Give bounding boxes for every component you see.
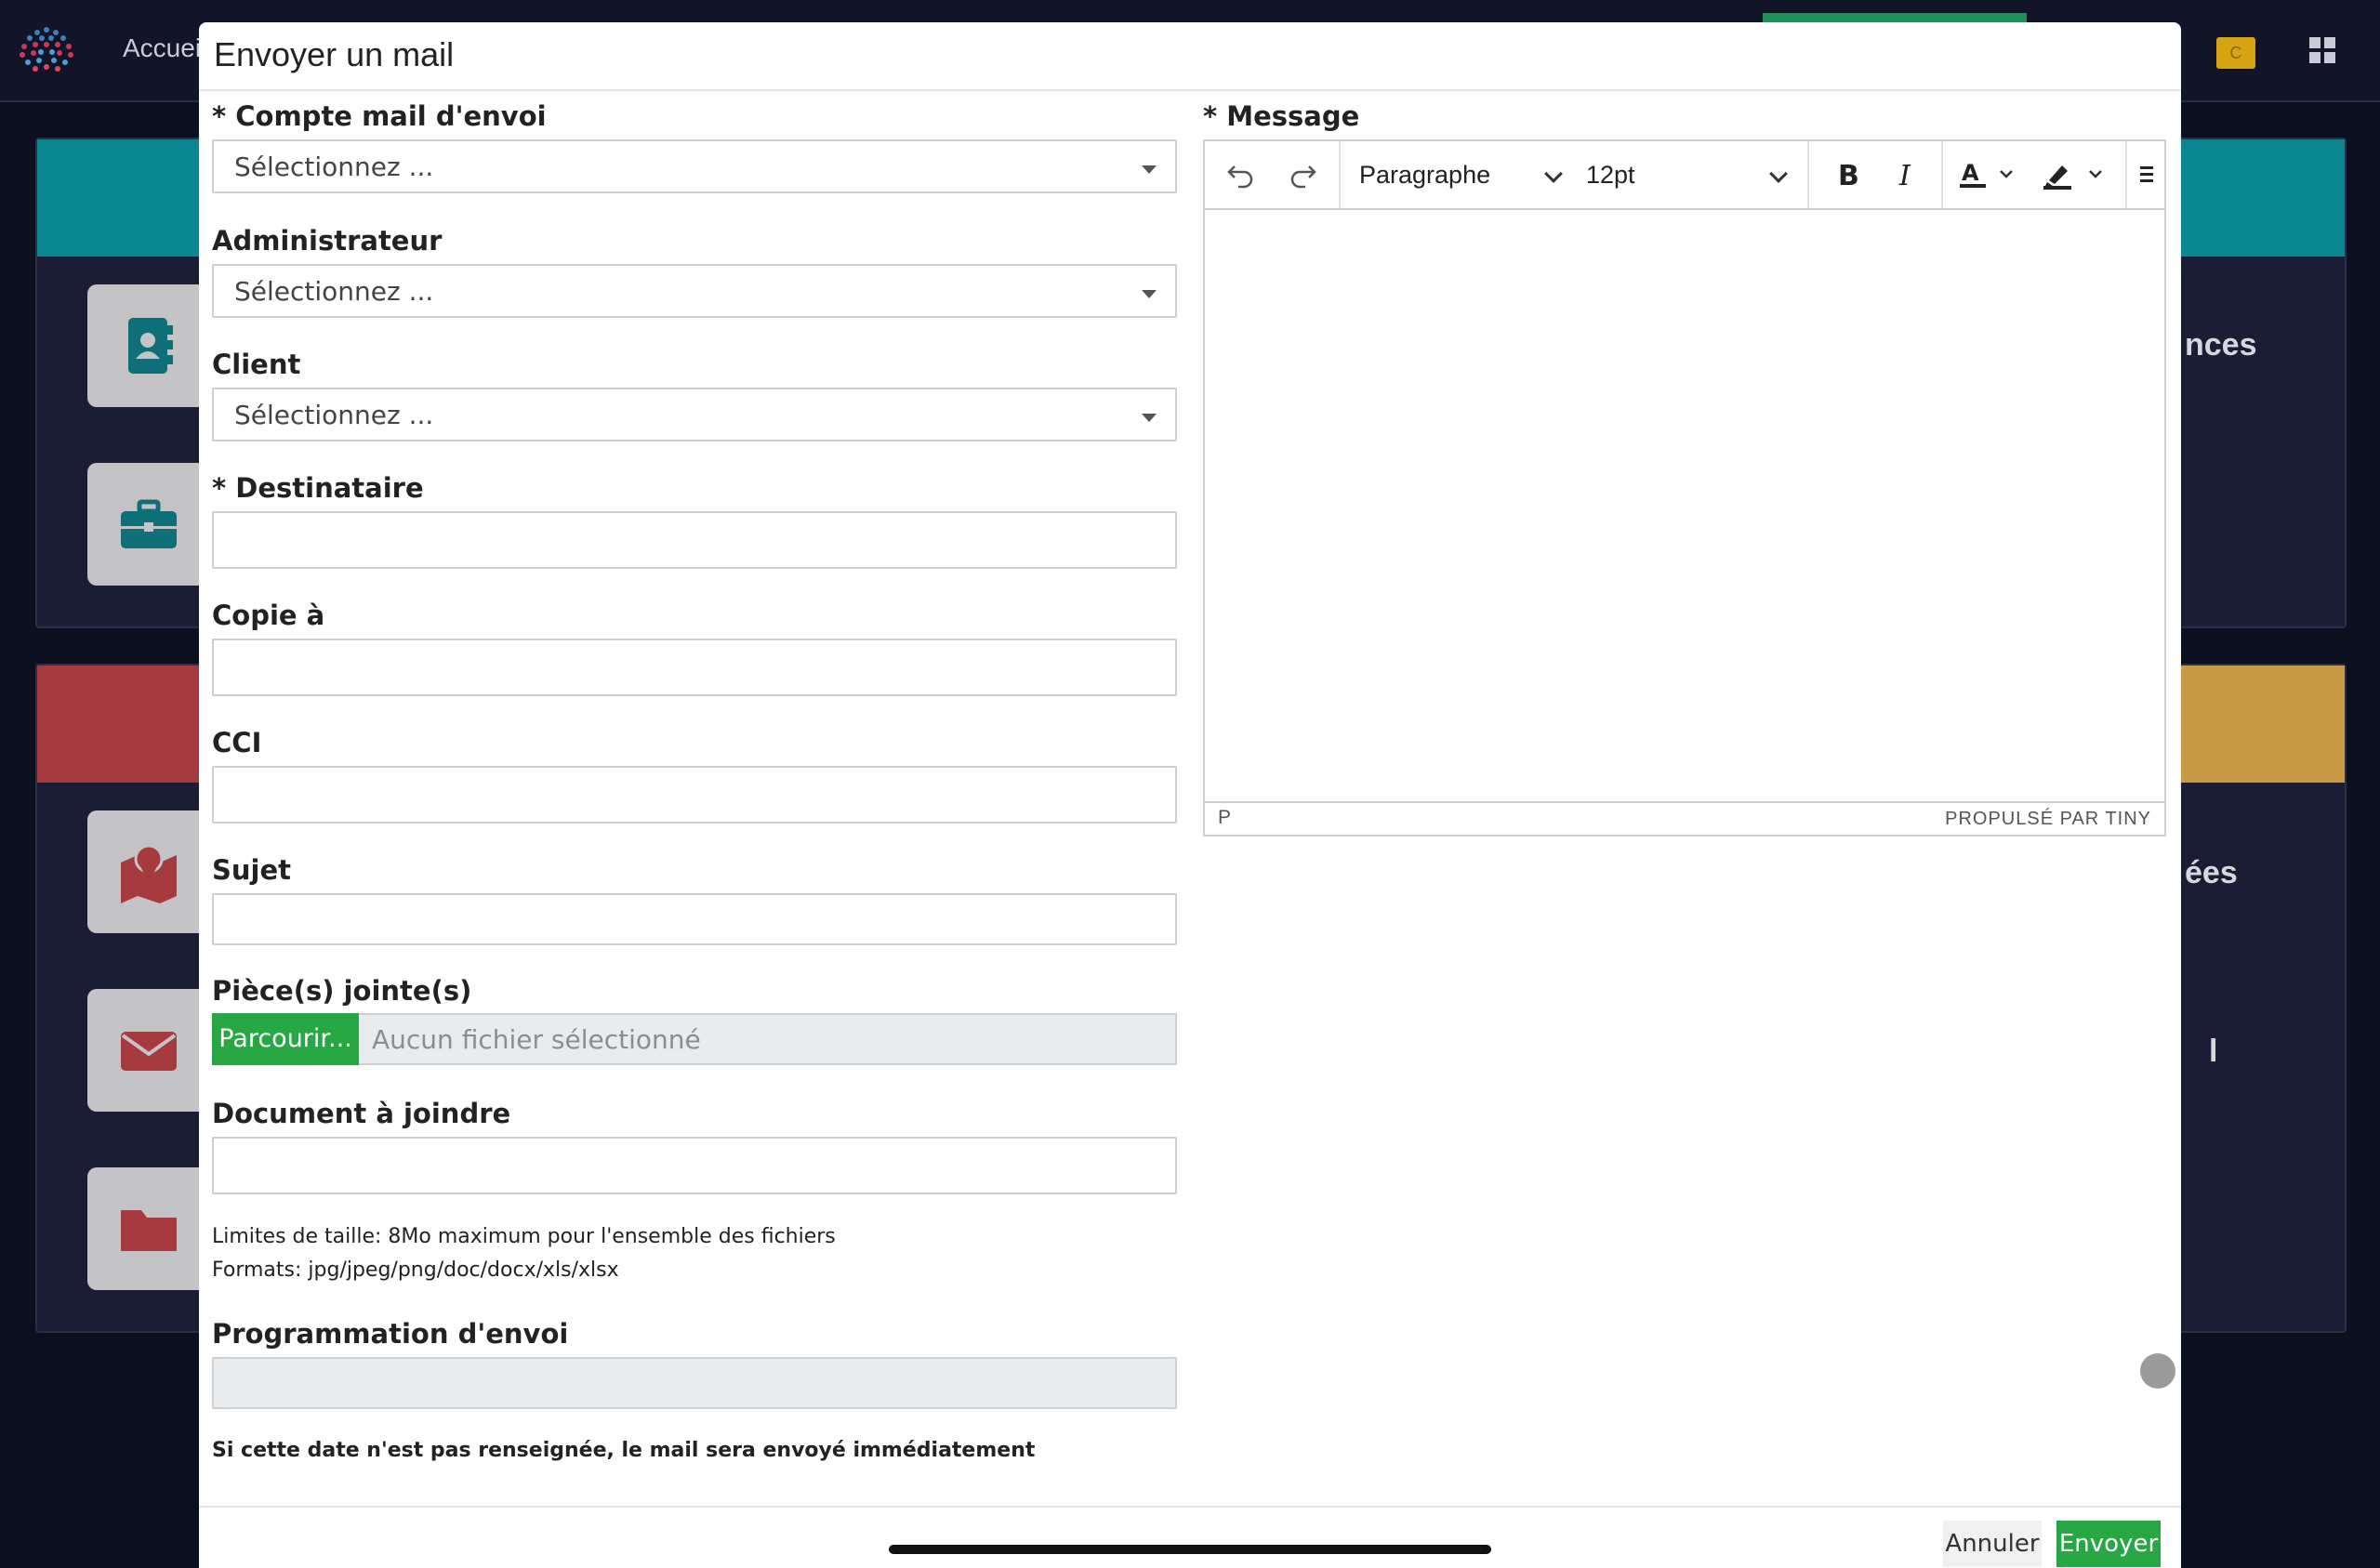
cancel-button[interactable]: Annuler (1943, 1521, 2042, 1567)
user-badge[interactable]: C (2216, 37, 2255, 69)
redo-button[interactable] (1276, 141, 1329, 208)
message-editor-body[interactable] (1205, 210, 2164, 801)
map-pin-icon (121, 844, 177, 903)
schedule-label: Programmation d'envoi (212, 1318, 569, 1350)
font-size-value: 12pt (1586, 161, 1635, 189)
element-path[interactable]: P (1218, 807, 1231, 829)
folder-icon (121, 1210, 177, 1251)
sender-account-label: * Compte mail d'envoi (212, 100, 547, 132)
attachments-file-input[interactable]: Parcourir... Aucun fichier sélectionné (212, 1013, 1177, 1065)
message-editor: Paragraphe 12pt B I A P PROPULSÉ PAR TIN… (1203, 139, 2166, 837)
list-icon (2140, 166, 2153, 182)
toolbar-separator (1807, 141, 1809, 208)
font-size-select[interactable]: 12pt (1586, 141, 1798, 208)
browse-button[interactable]: Parcourir... (212, 1013, 359, 1065)
toolbar-separator (1339, 141, 1341, 208)
formats-text: Formats: jpg/jpeg/png/doc/docx/xls/xlsx (212, 1258, 619, 1282)
contacts-tile[interactable] (87, 284, 210, 407)
modal-title: Envoyer un mail (214, 35, 455, 73)
block-format-select[interactable]: Paragraphe (1359, 141, 1571, 208)
document-label: Document à joindre (212, 1098, 511, 1129)
schedule-note: Si cette date n'est pas renseignée, le m… (212, 1439, 1036, 1462)
documents-tile[interactable] (87, 1167, 210, 1290)
cc-label: Copie à (212, 600, 325, 631)
block-format-value: Paragraphe (1359, 161, 1491, 189)
apps-grid-icon[interactable] (2307, 35, 2337, 65)
mail-tile[interactable] (87, 989, 210, 1112)
home-indicator (889, 1545, 1491, 1554)
undo-icon (1227, 165, 1253, 189)
chevron-down-icon (1544, 165, 1563, 183)
send-button[interactable]: Envoyer (2056, 1521, 2161, 1567)
svg-text:B: B (1838, 160, 1859, 191)
svg-text:A: A (1962, 160, 1979, 186)
address-book-icon (128, 318, 173, 374)
sender-account-value: Sélectionnez ... (234, 152, 434, 182)
panel-partial-label-2: ées (2185, 855, 2238, 890)
editor-toolbar: Paragraphe 12pt B I A (1205, 141, 2164, 210)
caret-down-icon (1142, 414, 1157, 422)
sender-account-select[interactable]: Sélectionnez ... (212, 139, 1177, 193)
briefcase-icon (121, 499, 177, 548)
modal-footer-divider (199, 1506, 2181, 1508)
administrator-select[interactable]: Sélectionnez ... (212, 264, 1177, 318)
map-tile[interactable] (87, 810, 210, 933)
italic-button[interactable]: I (1880, 141, 1932, 208)
bold-button[interactable]: B (1822, 141, 1874, 208)
business-tile[interactable] (87, 463, 210, 586)
client-value: Sélectionnez ... (234, 400, 434, 430)
italic-icon: I (1898, 160, 1911, 191)
subject-input[interactable] (212, 893, 1177, 945)
toolbar-separator (1941, 141, 1943, 208)
redo-icon (1290, 165, 1316, 189)
cc-input[interactable] (212, 639, 1177, 696)
document-input[interactable] (212, 1137, 1177, 1194)
panel-partial-label-3: l (2209, 1034, 2218, 1069)
modal-header: Envoyer un mail (199, 22, 2181, 91)
client-select[interactable]: Sélectionnez ... (212, 388, 1177, 441)
chevron-down-icon (1769, 165, 1788, 183)
svg-text:I: I (1898, 160, 1911, 191)
highlighter-icon (2043, 165, 2102, 190)
nav-home-link[interactable]: Accuei (123, 33, 201, 63)
caret-down-icon (1142, 290, 1157, 298)
undo-button[interactable] (1214, 141, 1268, 208)
bcc-label: CCI (212, 727, 262, 758)
text-color-icon: A (1960, 160, 2013, 188)
toolbar-separator (2125, 141, 2127, 208)
highlight-color-button[interactable] (2038, 141, 2112, 208)
envelope-icon (121, 1032, 177, 1071)
powered-by-tiny-link[interactable]: PROPULSÉ PAR TINY (1945, 809, 2151, 830)
editor-statusbar: P PROPULSÉ PAR TINY (1205, 801, 2164, 835)
administrator-value: Sélectionnez ... (234, 276, 434, 307)
client-label: Client (212, 349, 301, 380)
app-logo[interactable] (13, 24, 80, 76)
message-label: * Message (1203, 100, 1360, 132)
panel-partial-label-1: nces (2185, 327, 2257, 362)
bold-icon: B (1838, 160, 1859, 191)
subject-label: Sujet (212, 854, 292, 886)
recipient-label: * Destinataire (212, 472, 424, 504)
attachments-label: Pièce(s) jointe(s) (212, 975, 472, 1007)
scroll-handle[interactable] (2140, 1353, 2175, 1389)
administrator-label: Administrateur (212, 225, 443, 257)
schedule-date-input[interactable] (212, 1357, 1177, 1409)
recipient-input[interactable] (212, 511, 1177, 569)
no-file-selected-text: Aucun fichier sélectionné (372, 1024, 701, 1055)
caret-down-icon (1142, 165, 1157, 174)
send-mail-modal: Envoyer un mail * Compte mail d'envoi Sé… (199, 22, 2181, 1568)
bcc-input[interactable] (212, 766, 1177, 824)
text-color-button[interactable]: A (1954, 141, 2023, 208)
more-options-button[interactable] (2131, 141, 2159, 208)
size-limits-text: Limites de taille: 8Mo maximum pour l'en… (212, 1225, 836, 1248)
